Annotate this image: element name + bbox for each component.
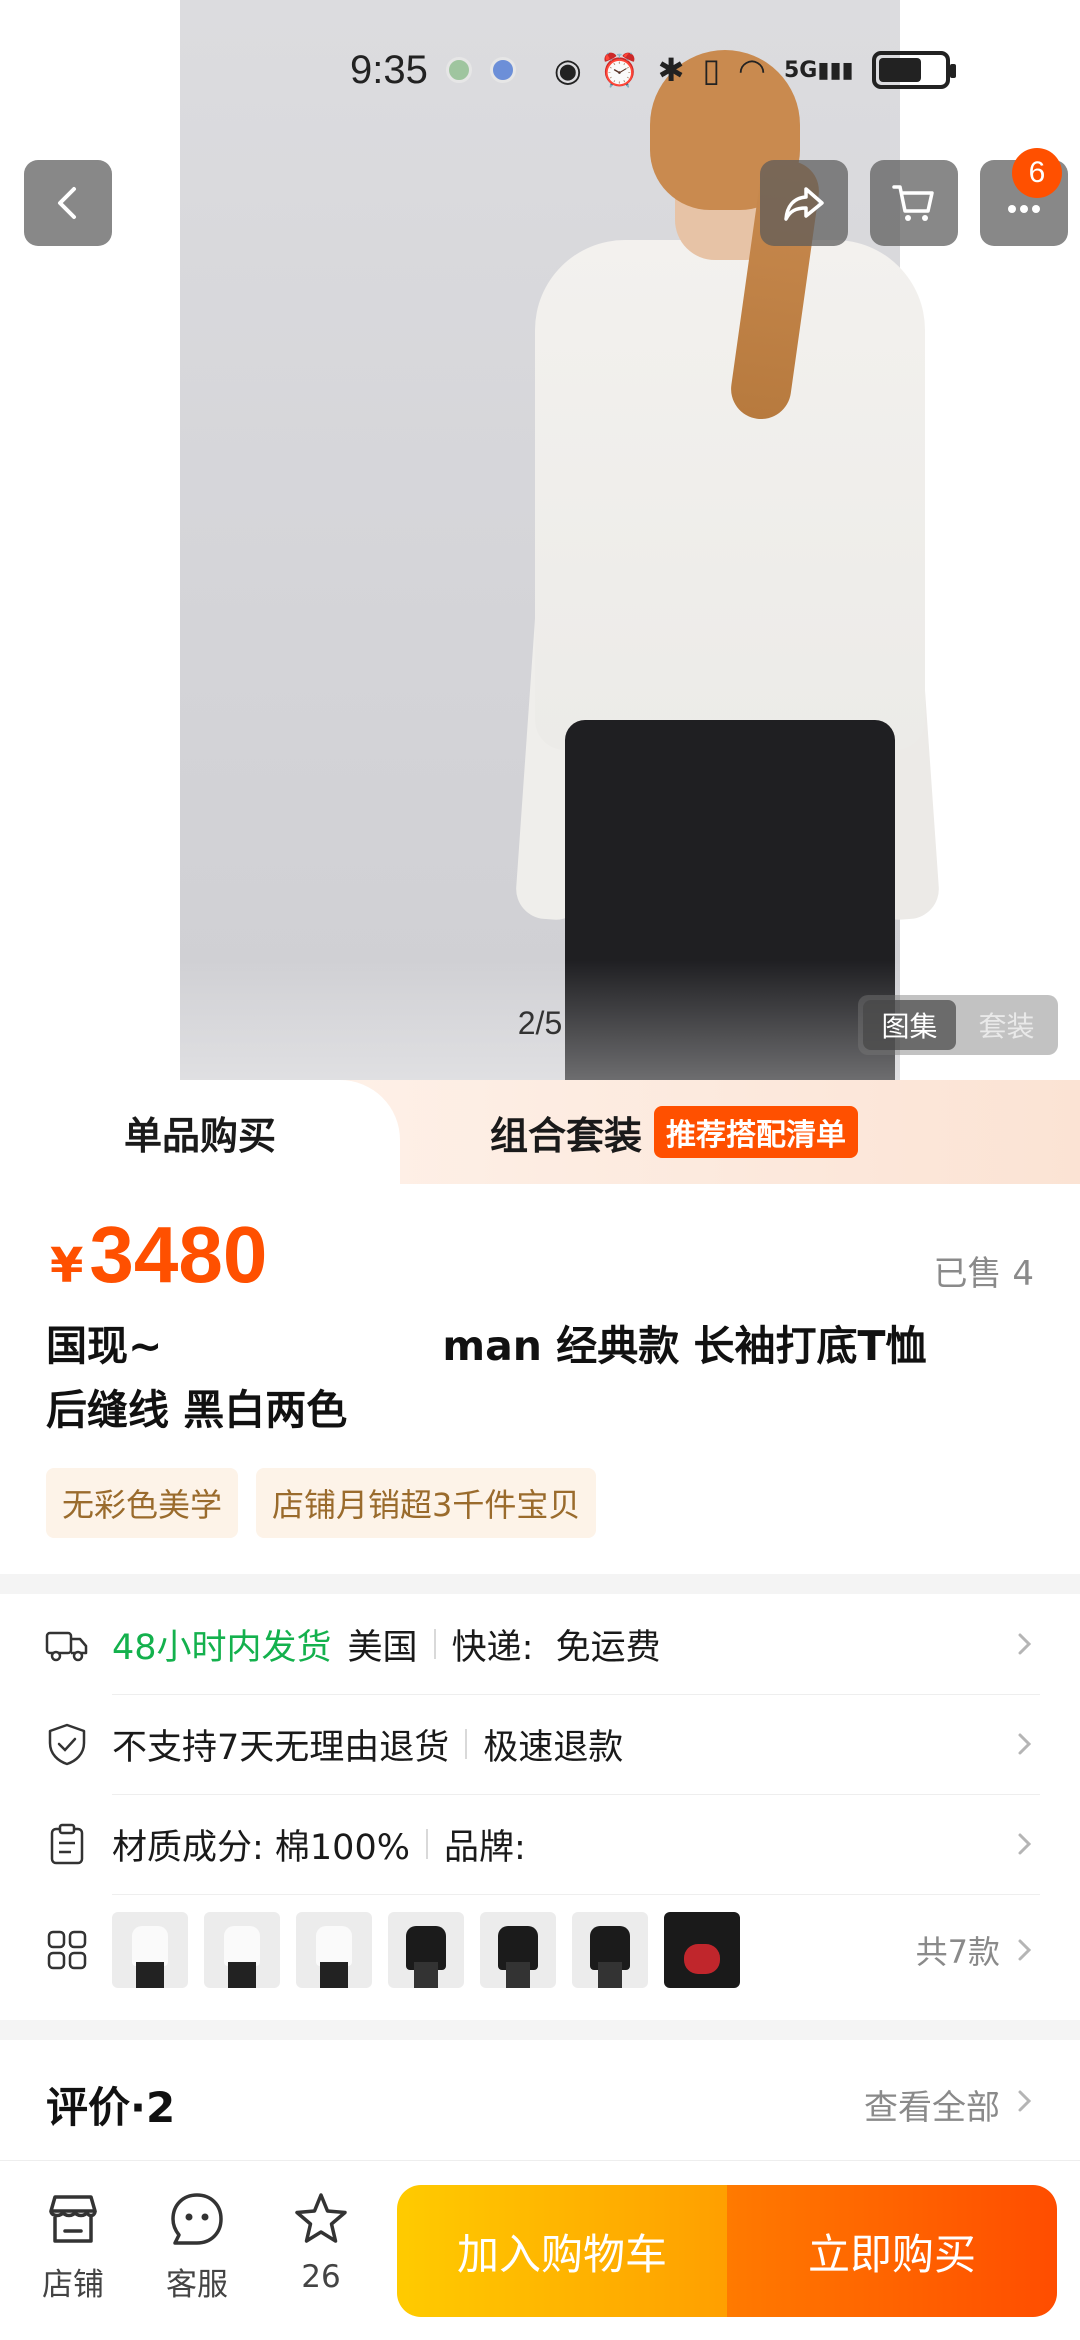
cart-icon <box>892 185 934 221</box>
product-title: 国现~ man 经典款 长袖打底T恤 后缝线 黑白两色 <box>46 1314 1026 1442</box>
gallery-toggle: 图集 套装 <box>858 995 1058 1055</box>
tag-item[interactable]: 店铺月销超3千件宝贝 <box>256 1468 597 1538</box>
photo-shirt <box>535 240 925 750</box>
recommend-tag: 推荐搭配清单 <box>654 1106 859 1158</box>
bottom-action-bar: 店铺 客服 26 加入购物车 立即购买 <box>0 2160 1080 2340</box>
service-label: 客服 <box>166 2267 228 2303</box>
brand-label: 品牌: <box>443 1827 526 1868</box>
chevron-right-icon <box>1018 2090 1032 2112</box>
shipping-origin: 美国 <box>347 1627 418 1668</box>
chevron-right-icon <box>1018 1833 1032 1855</box>
network-label: 5G <box>783 57 818 83</box>
chevron-right-icon <box>1018 1633 1032 1655</box>
shipping-text: 48小时内发货 美国 快递: 免运费 <box>112 1619 661 1670</box>
price: ¥ 3480 <box>50 1209 267 1301</box>
status-time: 9:35 <box>350 47 428 92</box>
bluetooth-icon: ✱ <box>657 51 685 89</box>
signal-icon: 5G▮▮▮ <box>783 57 854 83</box>
app-notification-icon <box>445 57 472 83</box>
variant-thumbnail[interactable] <box>204 1912 280 1988</box>
cta-group: 加入购物车 立即购买 <box>397 2185 1057 2317</box>
star-icon <box>295 2193 347 2243</box>
status-icons: ◉ ⏰ ✱ ▯ ◠ 5G▮▮▮ <box>553 51 956 89</box>
more-button[interactable]: 6 <box>980 148 1068 246</box>
favorite-button[interactable]: 26 <box>266 2189 376 2295</box>
shipping-express: 快递: 免运费 <box>451 1627 661 1668</box>
battery-icon <box>871 51 956 89</box>
material-composition: 材质成分: 棉100% <box>112 1827 410 1868</box>
view-all-reviews-link[interactable]: 查看全部 <box>864 2080 1000 2129</box>
vibrate-icon: ▯ <box>702 51 721 89</box>
buy-now-button[interactable]: 立即购买 <box>727 2185 1057 2317</box>
title-line2: 后缝线 黑白两色 <box>46 1386 348 1434</box>
returns-policy: 不支持7天无理由退货 <box>112 1727 450 1768</box>
chat-face-icon <box>171 2193 223 2245</box>
material-text: 材质成分: 棉100% 品牌: <box>112 1819 526 1870</box>
sold-count: 已售 4 <box>933 1254 1034 1294</box>
divider <box>465 1729 468 1759</box>
price-card: ¥ 3480 已售 4 国现~ man 经典款 长袖打底T恤 后缝线 黑白两色 无… <box>0 1184 1080 1574</box>
price-value: 3480 <box>89 1210 268 1299</box>
tab-album[interactable]: 图集 <box>863 1000 956 1050</box>
cart-count-badge: 6 <box>1012 148 1062 198</box>
material-row[interactable]: 材质成分: 棉100% 品牌: <box>0 1794 1080 1894</box>
shield-check-icon <box>48 1723 86 1766</box>
variants-row[interactable]: 共7款 <box>0 1894 1080 2006</box>
shipping-row[interactable]: 48小时内发货 美国 快递: 免运费 <box>0 1594 1080 1694</box>
status-bar: 9:35 ◉ ⏰ ✱ ▯ ◠ 5G▮▮▮ <box>350 40 1030 100</box>
add-to-cart-button[interactable]: 加入购物车 <box>397 2185 727 2317</box>
image-page-indicator: 2/5 <box>517 1005 563 1041</box>
grid-icon <box>47 1930 87 1970</box>
variant-thumbnail[interactable] <box>572 1912 648 1988</box>
product-image-carousel[interactable]: 9:35 ◉ ⏰ ✱ ▯ ◠ 5G▮▮▮ 6 2/5 图集 套装 <box>0 0 1080 1080</box>
app-notification-icon <box>489 57 516 83</box>
delivery-truck-icon <box>45 1631 88 1662</box>
title-prefix: 国现~ <box>46 1322 163 1370</box>
returns-row[interactable]: 不支持7天无理由退货 极速退款 <box>0 1694 1080 1794</box>
tab-set[interactable]: 套装 <box>960 1000 1053 1050</box>
tag-item[interactable]: 无彩色美学 <box>46 1468 239 1538</box>
wifi-icon: ◠ <box>738 51 766 89</box>
shop-button[interactable]: 店铺 <box>18 2189 128 2304</box>
cart-button[interactable] <box>870 160 958 246</box>
shop-label: 店铺 <box>42 2267 104 2303</box>
clipboard-icon <box>50 1823 84 1865</box>
share-button[interactable] <box>760 160 848 246</box>
chevron-right-icon <box>1018 1939 1032 1961</box>
divider <box>425 1829 428 1859</box>
title-middle: man 经典款 长袖打底T恤 <box>442 1322 927 1370</box>
tab-combo-purchase[interactable]: 组合套装 推荐搭配清单 <box>490 1080 859 1184</box>
shipping-highlight: 48小时内发货 <box>112 1627 332 1668</box>
variant-swatches <box>112 1912 740 1988</box>
reviews-section[interactable]: 评价·2 查看全部 <box>0 2040 1080 2160</box>
chevron-right-icon <box>1018 1733 1032 1755</box>
variant-thumbnail[interactable] <box>388 1912 464 1988</box>
chevron-left-icon <box>58 187 76 219</box>
divider <box>433 1629 436 1659</box>
variant-thumbnail[interactable] <box>480 1912 556 1988</box>
alarm-icon: ⏰ <box>599 51 640 89</box>
eye-icon: ◉ <box>553 51 582 89</box>
variant-thumbnail[interactable] <box>112 1912 188 1988</box>
service-card: 48小时内发货 美国 快递: 免运费 不支持7天无理由退货 极速退款 材质成分:… <box>0 1594 1080 2020</box>
tab-single-purchase[interactable]: 单品购买 <box>0 1080 400 1184</box>
refund-policy: 极速退款 <box>483 1727 624 1768</box>
favorite-count: 26 <box>301 2259 341 2295</box>
variant-thumbnail[interactable] <box>296 1912 372 1988</box>
customer-service-button[interactable]: 客服 <box>142 2189 252 2304</box>
store-icon <box>49 2195 97 2243</box>
tab-combo-label: 组合套装 <box>490 1113 643 1158</box>
back-button[interactable] <box>24 160 112 246</box>
variant-count: 共7款 <box>915 1933 1000 1971</box>
product-tags: 无彩色美学 店铺月销超3千件宝贝 <box>46 1468 597 1538</box>
returns-text: 不支持7天无理由退货 极速退款 <box>112 1719 623 1770</box>
purchase-mode-tabs: 单品购买 组合套装 推荐搭配清单 <box>0 1080 1080 1184</box>
redacted-text <box>162 1329 443 1369</box>
variant-thumbnail[interactable] <box>664 1912 740 1988</box>
reviews-title: 评价·2 <box>46 2083 176 2132</box>
price-currency: ¥ <box>50 1238 84 1294</box>
share-icon <box>784 187 824 221</box>
